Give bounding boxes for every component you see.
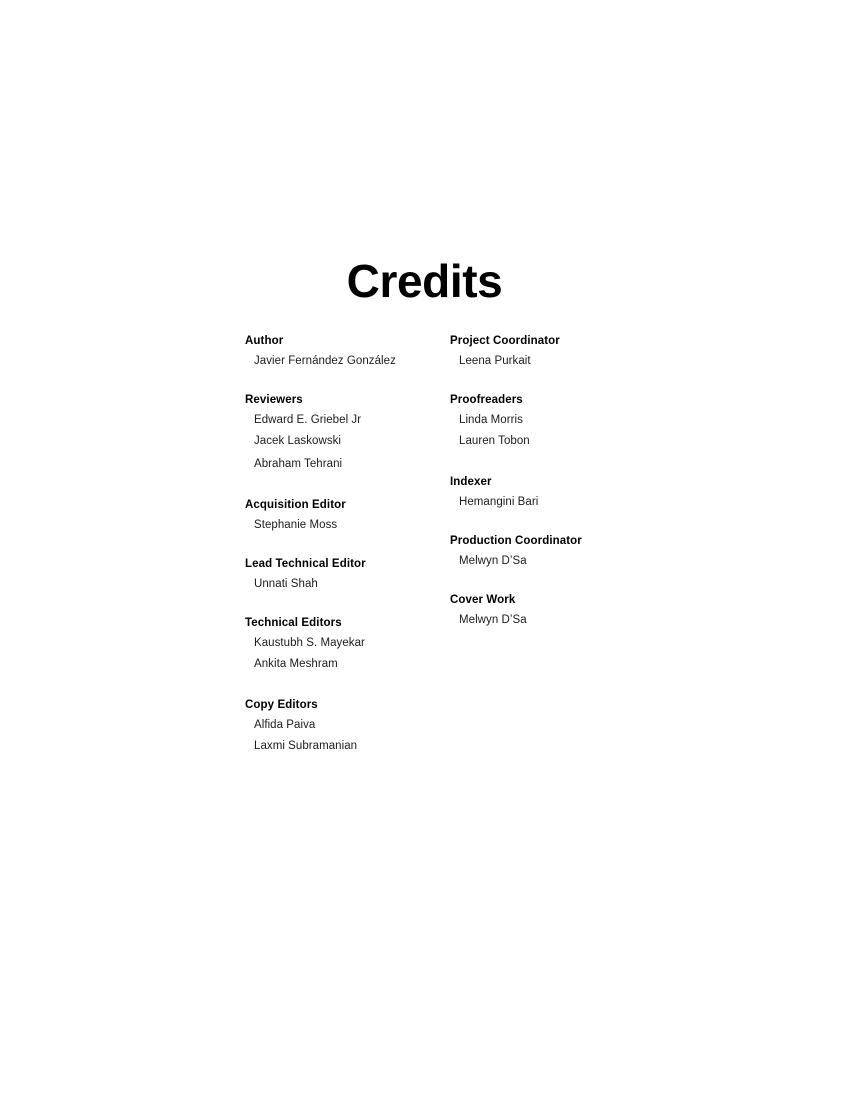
- credit-role: Acquisition Editor: [245, 499, 346, 511]
- credit-name: Stephanie Moss: [254, 519, 338, 531]
- credit-name: Melwyn D’Sa: [459, 555, 527, 567]
- credit-name: Linda Morris: [459, 414, 523, 426]
- credit-name: Jacek Laskowski: [254, 435, 342, 447]
- credits-body: Author Javier Fernández González Reviewe…: [0, 0, 849, 1100]
- credit-role: Author: [245, 335, 284, 347]
- credit-role: Copy Editors: [245, 699, 318, 711]
- credit-group: Lead Technical Editor Unnati Shah: [245, 554, 445, 594]
- credit-group: Technical Editors Kaustubh S. Mayekar An…: [245, 613, 445, 676]
- credit-name: Unnati Shah: [254, 578, 318, 590]
- credit-name: Laxmi Subramanian: [254, 740, 358, 752]
- credit-name: Melwyn D’Sa: [459, 614, 527, 626]
- credits-page: Credits Author Javier Fernández González…: [0, 0, 849, 1100]
- credit-name: Kaustubh S. Mayekar: [254, 637, 365, 649]
- credit-group: Indexer Hemangini Bari: [450, 472, 650, 512]
- credit-group: Proofreaders Linda Morris Lauren Tobon: [450, 390, 650, 453]
- credit-group: Project Coordinator Leena Purkait: [450, 331, 650, 371]
- credits-column-right: Project Coordinator Leena Purkait Proofr…: [450, 331, 650, 630]
- credit-name: Edward E. Griebel Jr: [254, 414, 362, 426]
- credit-role: Reviewers: [245, 394, 303, 406]
- credit-role: Cover Work: [450, 594, 516, 606]
- credit-role: Project Coordinator: [450, 335, 560, 347]
- credit-role: Production Coordinator: [450, 535, 582, 547]
- credit-name: Leena Purkait: [459, 355, 531, 367]
- credit-name: Lauren Tobon: [459, 435, 530, 447]
- credit-role: Indexer: [450, 476, 492, 488]
- credit-role: Lead Technical Editor: [245, 558, 366, 570]
- credits-column-left: Author Javier Fernández González Reviewe…: [245, 331, 445, 758]
- credit-group: Copy Editors Alfida Paiva Laxmi Subraman…: [245, 695, 445, 758]
- credit-group: Author Javier Fernández González: [245, 331, 445, 371]
- credit-group: Reviewers Edward E. Griebel Jr Jacek Las…: [245, 390, 445, 476]
- credit-name: Hemangini Bari: [459, 496, 539, 508]
- credit-group: Cover Work Melwyn D’Sa: [450, 590, 650, 630]
- credit-group: Acquisition Editor Stephanie Moss: [245, 495, 445, 535]
- credit-name: Alfida Paiva: [254, 719, 316, 731]
- credit-name: Abraham Tehrani: [254, 458, 343, 470]
- credit-group: Production Coordinator Melwyn D’Sa: [450, 531, 650, 571]
- credit-role: Technical Editors: [245, 617, 342, 629]
- credit-name: Javier Fernández González: [254, 355, 396, 367]
- credit-name: Ankita Meshram: [254, 658, 338, 670]
- credit-role: Proofreaders: [450, 394, 523, 406]
